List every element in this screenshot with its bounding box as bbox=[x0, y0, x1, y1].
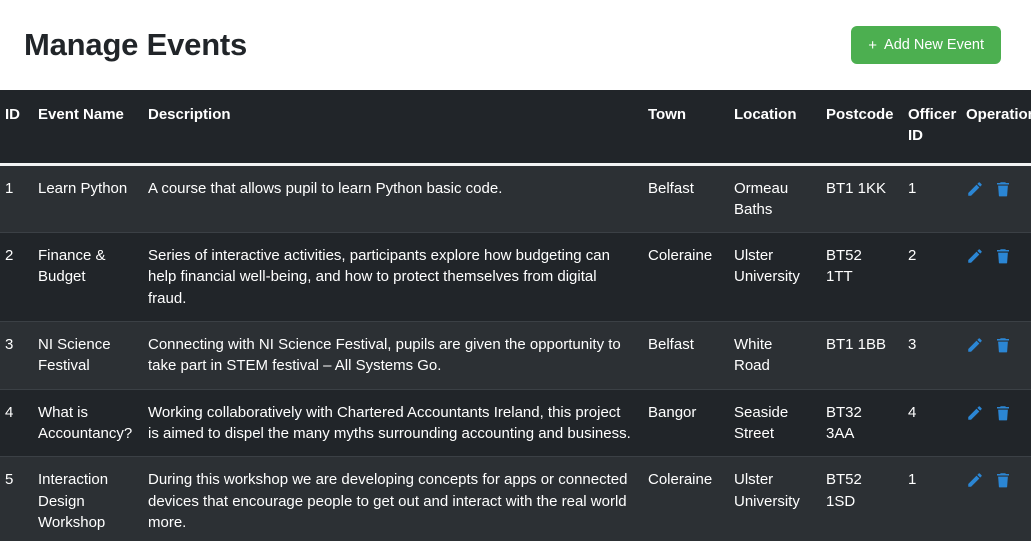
cell-postcode: BT52 1TT bbox=[826, 247, 862, 286]
trash-icon[interactable] bbox=[994, 336, 1012, 354]
cell-postcode: BT1 1BB bbox=[826, 336, 887, 354]
cell-officer-id: 2 bbox=[908, 247, 917, 265]
cell-id: 2 bbox=[5, 247, 14, 265]
add-new-event-button[interactable]: + Add New Event bbox=[851, 26, 1001, 64]
cell-town: Belfast bbox=[648, 179, 694, 197]
cell-event-name: What is Accountancy? bbox=[38, 403, 133, 442]
cell-officer-id: 4 bbox=[908, 403, 917, 421]
column-header-postcode[interactable]: Postcode bbox=[818, 90, 900, 166]
events-table-head: ID Event Name Description Town Location … bbox=[0, 90, 1031, 166]
pencil-icon[interactable] bbox=[966, 180, 984, 198]
column-header-ops[interactable]: Operation bbox=[958, 90, 1031, 166]
cell-location: Seaside Street bbox=[734, 403, 789, 442]
column-header-desc[interactable]: Description bbox=[140, 90, 640, 166]
trash-icon[interactable] bbox=[994, 247, 1012, 265]
cell-town: Coleraine bbox=[648, 247, 713, 265]
cell-id: 3 bbox=[5, 336, 14, 354]
cell-town: Coleraine bbox=[648, 471, 713, 489]
cell-postcode: BT1 1KK bbox=[826, 179, 887, 197]
manage-events-page: Manage Events + Add New Event ID Event N… bbox=[0, 0, 1031, 541]
cell-description: A course that allows pupil to learn Pyth… bbox=[148, 179, 503, 197]
pencil-icon[interactable] bbox=[966, 471, 984, 489]
cell-id: 5 bbox=[5, 471, 14, 489]
cell-postcode: BT52 1SD bbox=[826, 471, 862, 510]
cell-operations bbox=[958, 457, 1031, 541]
cell-event-name: NI Science Festival bbox=[38, 336, 111, 375]
pencil-icon[interactable] bbox=[966, 247, 984, 265]
cell-location: Ormeau Baths bbox=[734, 179, 789, 218]
table-row[interactable]: 5 Interaction Design Workshop During this … bbox=[0, 456, 1031, 541]
cell-description: Series of interactive activities, partic… bbox=[148, 247, 610, 307]
cell-postcode: BT32 3AA bbox=[826, 403, 862, 442]
add-new-event-label: Add New Event bbox=[884, 37, 984, 53]
events-table: ID Event Name Description Town Location … bbox=[0, 90, 1031, 541]
page-header: Manage Events + Add New Event bbox=[0, 0, 1031, 90]
cell-event-name: Interaction Design Workshop bbox=[38, 471, 109, 531]
plus-icon: + bbox=[868, 36, 878, 54]
cell-officer-id: 1 bbox=[908, 179, 917, 197]
events-table-scroll-container[interactable]: ID Event Name Description Town Location … bbox=[0, 90, 1031, 541]
table-row[interactable]: 3 NI Science Festival Connecting with NI S… bbox=[0, 321, 1031, 390]
cell-operations bbox=[958, 389, 1031, 457]
cell-description: Connecting with NI Science Festival, pup… bbox=[148, 336, 621, 375]
trash-icon[interactable] bbox=[994, 471, 1012, 489]
cell-description: During this workshop we are developing c… bbox=[148, 471, 628, 531]
cell-event-name: Learn Python bbox=[38, 179, 128, 197]
page-title: Manage Events bbox=[24, 26, 248, 62]
trash-icon[interactable] bbox=[994, 404, 1012, 422]
cell-id: 1 bbox=[5, 179, 14, 197]
cell-town: Belfast bbox=[648, 336, 694, 354]
table-row[interactable]: 1 Learn Python A course that allows pupil … bbox=[0, 164, 1031, 233]
pencil-icon[interactable] bbox=[966, 404, 984, 422]
table-row[interactable]: 4 What is Accountancy? Working collaborati… bbox=[0, 389, 1031, 457]
column-header-officer[interactable]: Officer ID bbox=[900, 90, 958, 166]
column-header-id[interactable]: ID bbox=[0, 90, 30, 166]
cell-operations bbox=[958, 164, 1031, 233]
column-header-town[interactable]: Town bbox=[640, 90, 726, 166]
cell-operations bbox=[958, 233, 1031, 322]
table-row[interactable]: 2 Finance & Budget Series of interactive a… bbox=[0, 232, 1031, 322]
cell-location: White Road bbox=[734, 336, 773, 375]
cell-operations bbox=[958, 322, 1031, 390]
events-table-body: 1 Learn Python A course that allows pupil … bbox=[0, 164, 1031, 541]
cell-location: Ulster University bbox=[734, 247, 800, 286]
cell-officer-id: 1 bbox=[908, 471, 917, 489]
pencil-icon[interactable] bbox=[966, 336, 984, 354]
column-header-location[interactable]: Location bbox=[726, 90, 818, 166]
cell-description: Working collaboratively with Chartered A… bbox=[148, 403, 631, 442]
cell-location: Ulster University bbox=[734, 471, 800, 510]
cell-town: Bangor bbox=[648, 403, 697, 421]
cell-officer-id: 3 bbox=[908, 336, 917, 354]
table-header-row: ID Event Name Description Town Location … bbox=[0, 90, 1031, 166]
trash-icon[interactable] bbox=[994, 180, 1012, 198]
column-header-name[interactable]: Event Name bbox=[30, 90, 140, 166]
cell-id: 4 bbox=[5, 403, 14, 421]
cell-event-name: Finance & Budget bbox=[38, 247, 106, 286]
